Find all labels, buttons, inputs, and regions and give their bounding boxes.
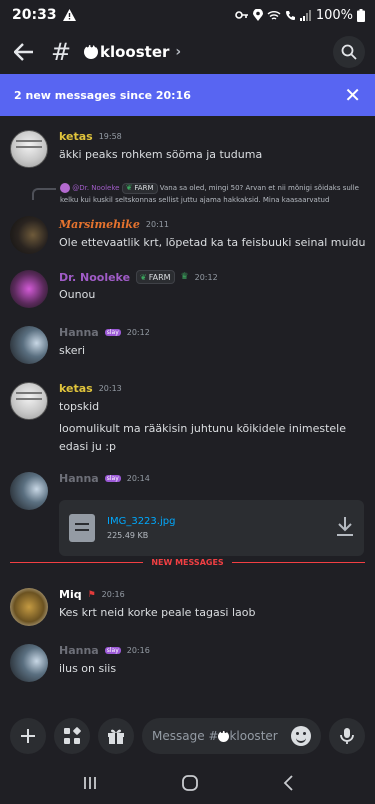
author-name[interactable]: Hanna [59, 326, 99, 339]
author-name[interactable]: ketas [59, 382, 93, 395]
message-text: skeri [59, 344, 86, 357]
back-nav-icon[interactable] [282, 774, 294, 792]
new-messages-divider: NEW MESSAGES [10, 558, 365, 567]
timestamp: 20:11 [145, 220, 169, 229]
message-text: loomulikult ma rääkisin juhtunu kõikidel… [59, 422, 347, 453]
gift-icon [108, 729, 124, 744]
banner-text: 2 new messages since 20:16 [14, 88, 191, 102]
message-input[interactable]: Message #klooster [142, 718, 321, 754]
microphone-icon [340, 728, 354, 744]
author-name[interactable]: ketas [59, 130, 93, 143]
battery-icon [357, 8, 365, 22]
plus-icon [21, 729, 35, 743]
channel-header: # klooster › [0, 30, 375, 74]
avatar[interactable] [10, 216, 48, 254]
timestamp: 20:13 [98, 384, 122, 393]
leaf-icon: ❦ [125, 183, 133, 192]
timestamp: 20:16 [126, 646, 150, 655]
author-name[interactable]: Hanna [59, 644, 99, 657]
battery-level: 100% [315, 7, 353, 23]
file-attachment[interactable]: IMG_3223.jpg 225.49 KB [59, 500, 364, 556]
avatar[interactable] [10, 270, 48, 308]
avatar[interactable] [10, 382, 48, 420]
timestamp: 20:12 [194, 272, 218, 282]
flag-icon: ⚑ [87, 589, 96, 600]
speech-bubble-icon [84, 42, 98, 59]
add-button[interactable] [10, 718, 46, 754]
timestamp: 19:58 [98, 132, 122, 141]
slay-badge: slay [104, 647, 121, 654]
signal-icon [299, 9, 311, 21]
message-composer: Message #klooster [0, 710, 375, 762]
location-icon [252, 9, 263, 21]
avatar[interactable] [10, 130, 48, 168]
emoji-icon[interactable] [291, 726, 311, 746]
message-text: Ole ettevaatlik krt, lõpetad ka ta feisb… [59, 236, 366, 249]
hash-icon: # [50, 38, 72, 66]
reply-spine [32, 188, 56, 200]
reply-avatar [60, 183, 70, 193]
system-nav-bar [0, 762, 375, 804]
close-icon[interactable]: ✕ [344, 83, 361, 107]
warning-icon [62, 9, 76, 21]
avatar[interactable] [10, 588, 48, 626]
back-button[interactable] [10, 38, 38, 66]
timestamp: 20:12 [126, 328, 150, 337]
chevron-right-icon: › [175, 44, 182, 60]
speech-bubble-icon [218, 728, 231, 742]
apps-icon [64, 727, 81, 744]
voice-button[interactable] [329, 718, 365, 754]
file-icon [69, 514, 95, 542]
message-text: ilus on siis [59, 662, 117, 675]
gift-button[interactable] [98, 718, 134, 754]
home-icon[interactable] [181, 774, 199, 792]
recent-apps-icon[interactable] [82, 775, 98, 791]
author-name[interactable]: Dr. Nooleke [59, 271, 130, 284]
message-text: Kes krt neid korke peale tagasi laob [59, 606, 256, 619]
role-tag: ❦ FARM [136, 270, 175, 284]
message-placeholder: Message #klooster [152, 728, 291, 743]
avatar[interactable] [10, 326, 48, 364]
download-button[interactable] [336, 516, 354, 540]
wifi-icon [267, 10, 281, 20]
message-text: Ounou [59, 288, 96, 301]
avatar[interactable] [10, 644, 48, 682]
timestamp: 20:14 [126, 474, 150, 483]
crown-icon: ♛ [180, 272, 189, 282]
message-text: topskid [59, 400, 100, 413]
call-icon [285, 10, 295, 20]
key-icon [235, 11, 248, 19]
channel-name: klooster [100, 43, 170, 61]
file-name[interactable]: IMG_3223.jpg [107, 516, 175, 527]
author-name[interactable]: Hanna [59, 472, 99, 485]
message-list[interactable]: ketas 19:58 äkki peaks rohkem sööma ja t… [0, 116, 375, 710]
apps-button[interactable] [54, 718, 90, 754]
search-button[interactable] [333, 36, 365, 68]
avatar[interactable] [10, 472, 48, 510]
timestamp: 20:16 [101, 590, 125, 599]
slay-badge: slay [104, 475, 121, 482]
status-bar: 20:33 100% [0, 0, 375, 30]
role-tag: ❦ FARM [121, 182, 158, 194]
new-messages-banner[interactable]: 2 new messages since 20:16 ✕ [0, 74, 375, 116]
download-icon [337, 517, 353, 536]
leaf-icon: ❦ [140, 272, 147, 282]
arrow-left-icon [14, 43, 33, 61]
reply-author: @Dr. Nooleke [72, 184, 120, 192]
divider-label: NEW MESSAGES [151, 558, 224, 567]
status-time: 20:33 [12, 7, 57, 23]
message-text: äkki peaks rohkem sööma ja tuduma [59, 148, 263, 161]
reply-preview[interactable]: @Dr. Nooleke ❦ FARM Vana sa oled, mingi 5… [60, 182, 360, 206]
slay-badge: slay [104, 329, 121, 336]
search-icon [341, 44, 357, 60]
author-name[interactable]: Miq [59, 588, 82, 601]
file-size: 225.49 KB [107, 531, 149, 540]
channel-title[interactable]: klooster › [84, 42, 182, 61]
author-name[interactable]: Marsimehike [59, 218, 140, 231]
